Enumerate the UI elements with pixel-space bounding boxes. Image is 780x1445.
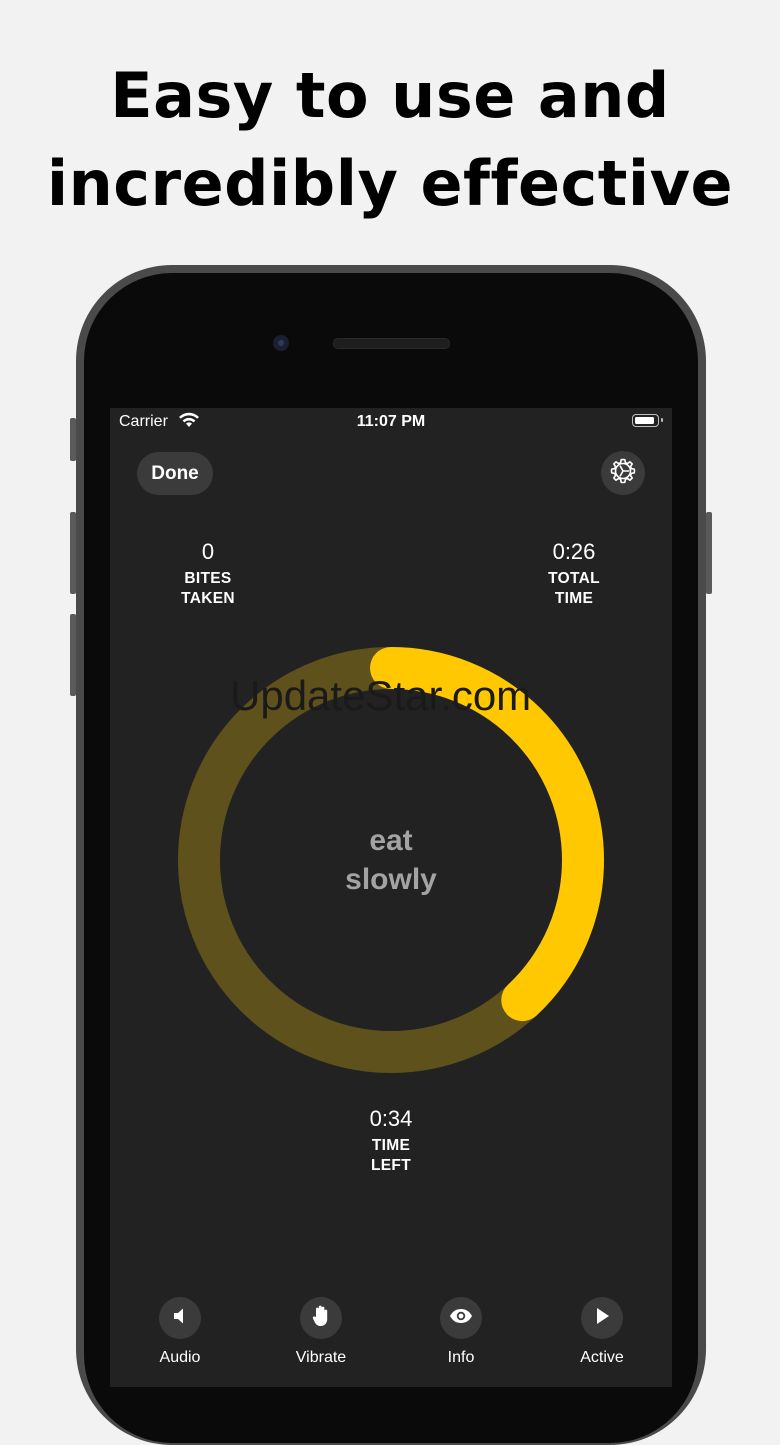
vibrate-icon-wrap: [300, 1297, 342, 1339]
active-button[interactable]: Active: [557, 1297, 647, 1367]
vibrate-button[interactable]: Vibrate: [276, 1297, 366, 1367]
phone-mute-switch: [70, 418, 76, 461]
info-label: Info: [447, 1349, 475, 1366]
headline-line-1: Easy to use and: [110, 59, 670, 132]
phone-power-button: [706, 512, 712, 594]
audio-icon-wrap: [159, 1297, 201, 1339]
active-icon-wrap: [581, 1297, 623, 1339]
vibrate-label: Vibrate: [295, 1349, 347, 1366]
timer-center-text: eat slowly: [291, 821, 491, 899]
app-screen: Carrier 11:07 PM Done 0 BITES TAKEN 0:26…: [110, 408, 672, 1387]
phone-volume-up: [70, 512, 76, 594]
info-icon-wrap: [440, 1297, 482, 1339]
audio-label: Audio: [159, 1349, 201, 1366]
play-icon: [593, 1306, 611, 1331]
time-left-label-line-1: TIME: [371, 1137, 411, 1154]
headline: Easy to use and incredibly effective: [0, 52, 780, 228]
audio-button[interactable]: Audio: [135, 1297, 225, 1367]
speaker-icon: [170, 1306, 190, 1331]
watermark-text: UpdateStar.com: [230, 672, 532, 719]
center-line-1: eat: [369, 824, 413, 857]
time-left-label: TIME LEFT: [311, 1136, 471, 1176]
earpiece-speaker: [333, 338, 450, 349]
active-label: Active: [580, 1349, 624, 1366]
info-button[interactable]: Info: [416, 1297, 506, 1367]
front-camera: [273, 335, 289, 351]
center-line-2: slowly: [345, 863, 437, 896]
time-left-value: 0:34: [369, 1106, 413, 1131]
hand-icon: [310, 1304, 332, 1333]
headline-line-2: incredibly effective: [46, 147, 734, 220]
eye-icon: [449, 1308, 473, 1329]
phone-volume-down: [70, 614, 76, 696]
time-left-stat: 0:34 TIME LEFT: [311, 1106, 471, 1176]
time-left-label-line-2: LEFT: [371, 1157, 411, 1174]
